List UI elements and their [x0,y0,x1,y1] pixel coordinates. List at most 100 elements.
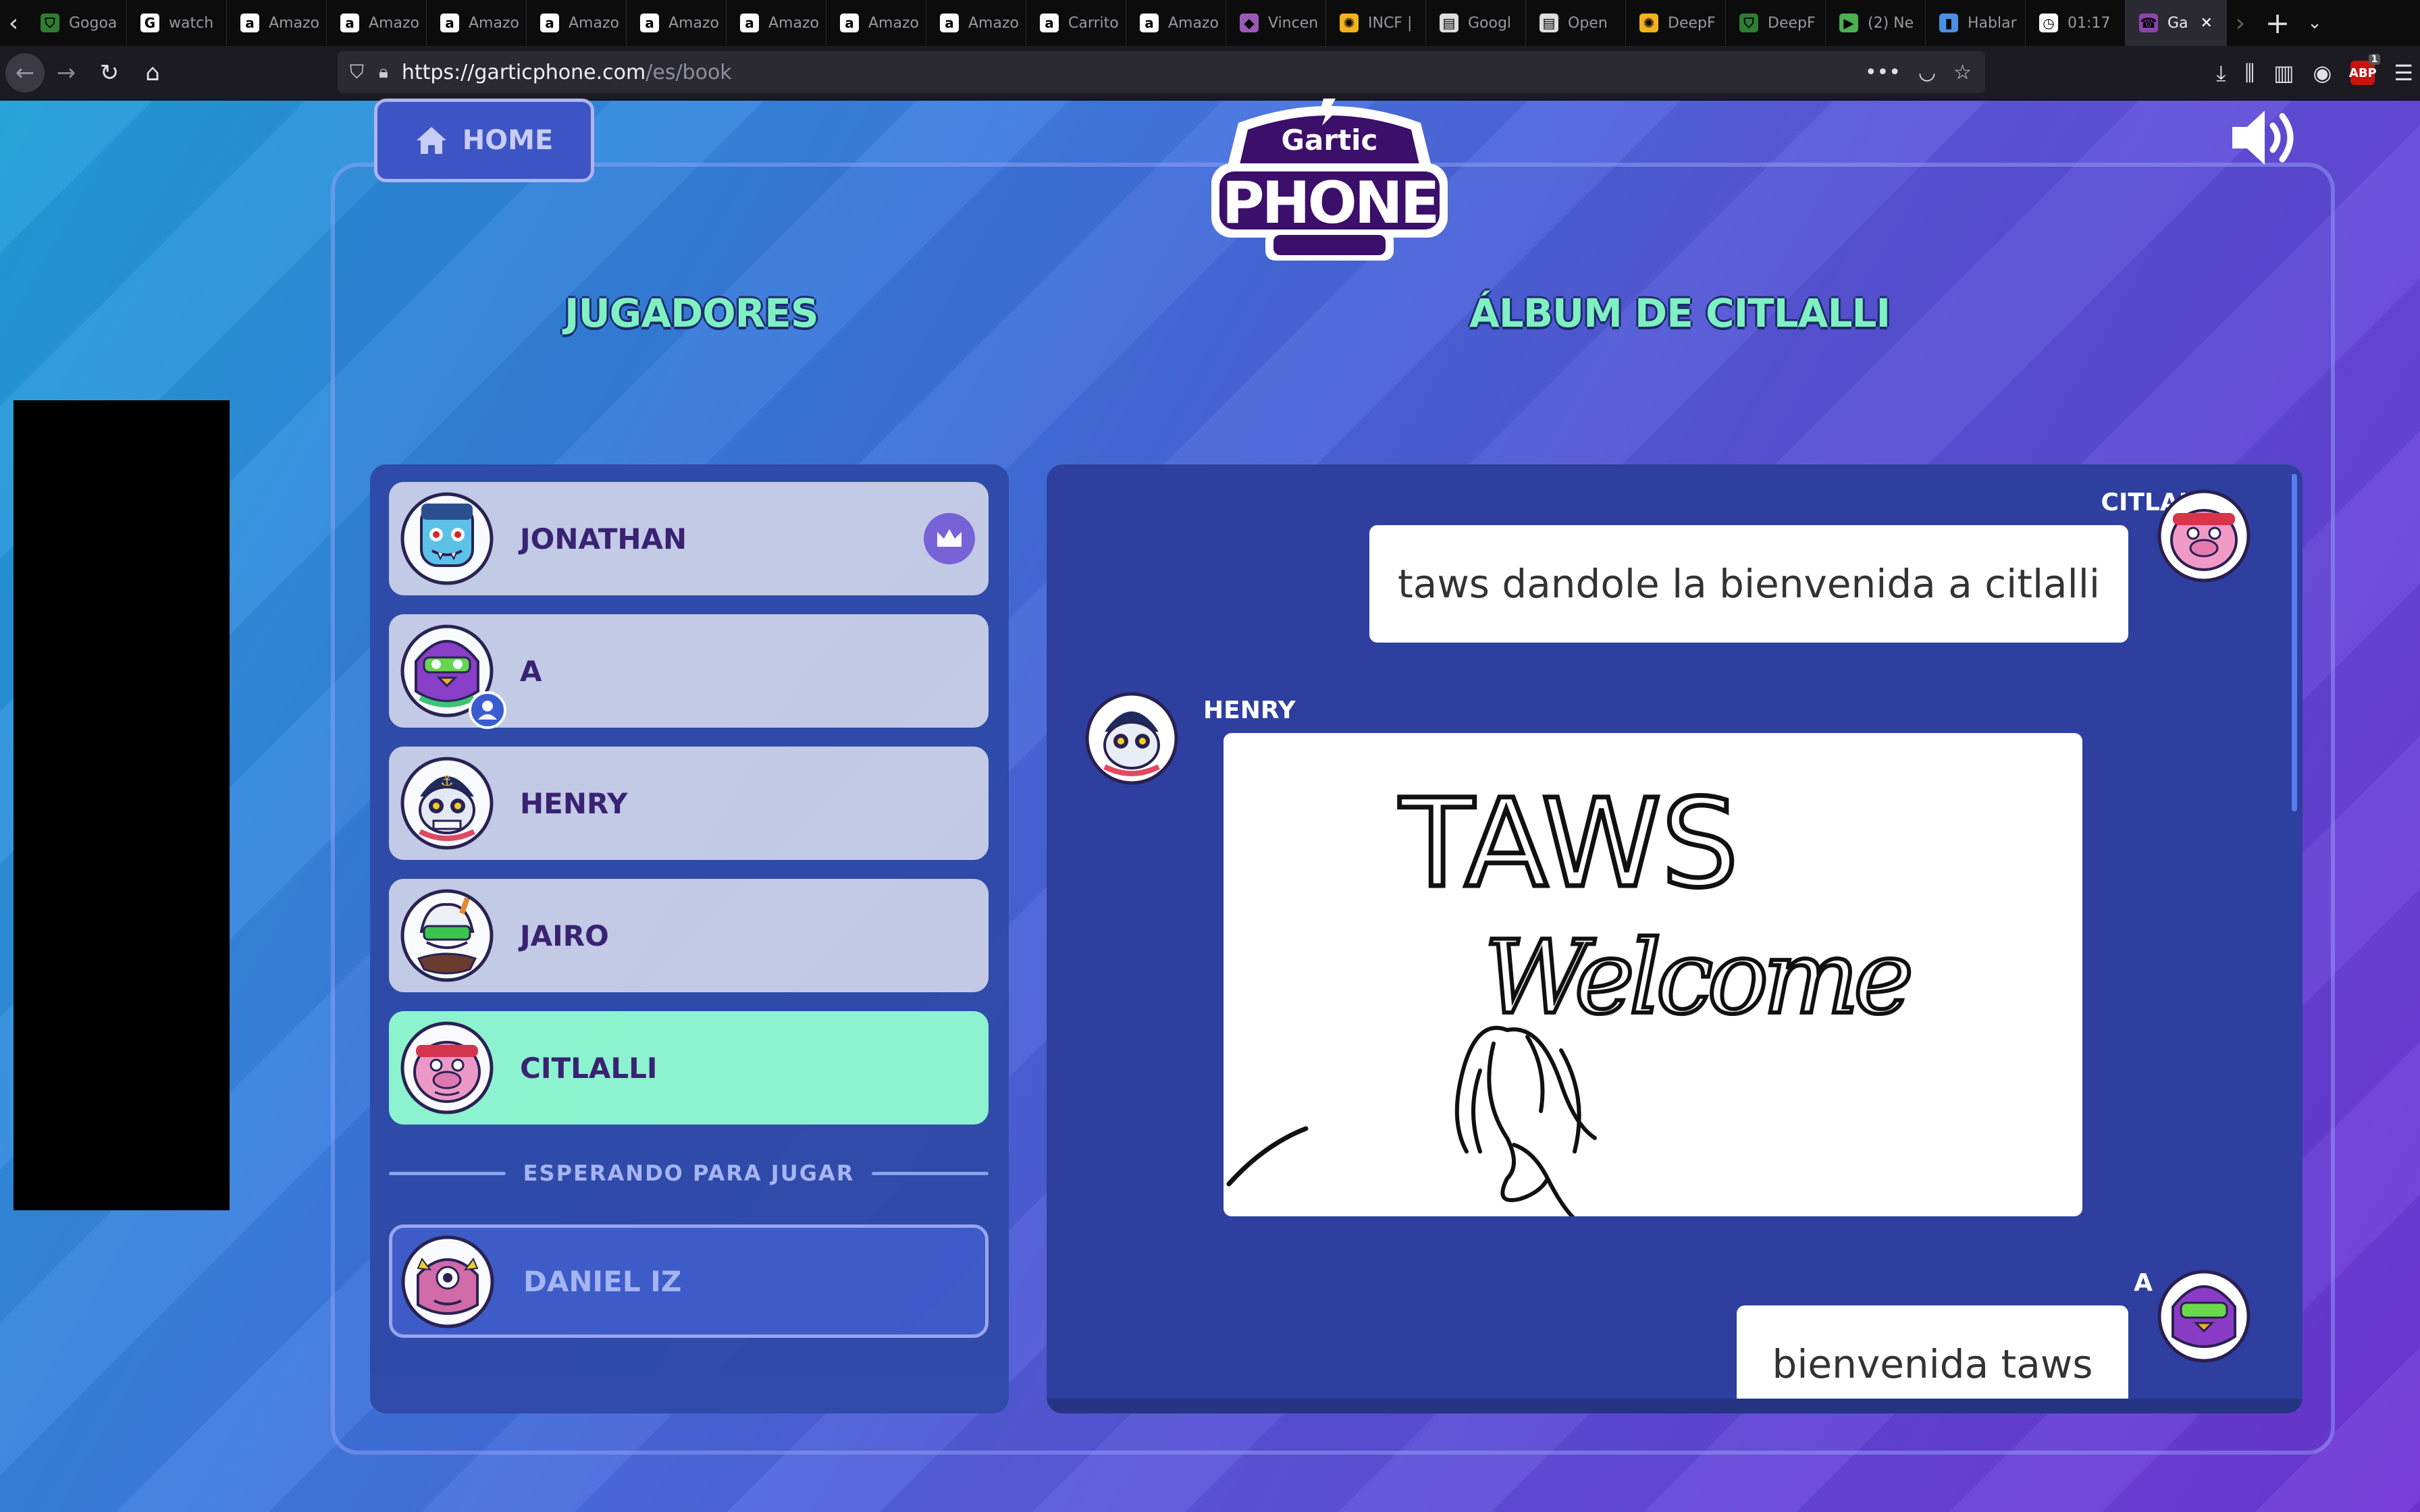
sound-toggle-icon[interactable] [2228,104,2303,171]
browser-tab[interactable]: ☎ Ga ✕ [2126,0,2227,46]
account-icon[interactable]: ◉ [2313,60,2332,86]
browser-tab[interactable]: ✺ INCF | [1326,0,1426,46]
browser-tab[interactable]: ▤ Open [1526,0,1626,46]
player-name: JAIRO [520,919,609,952]
browser-toolbar: ← → ↻ ⌂ ⛉ 🔒︎ https://garticphone.com/es/… [0,46,2420,101]
browser-tab[interactable]: a Amazo [527,0,627,46]
browser-tab[interactable]: a Amazo [327,0,427,46]
amazon-icon: a [240,14,259,32]
browser-tab[interactable]: a Carrito [1026,0,1126,46]
amazon-icon: a [1040,14,1059,32]
tab-label: (2) Ne [1868,14,1914,32]
browser-tab[interactable]: a Amazo [427,0,527,46]
album-feed[interactable]: CITLALLI taws dandole la bienvenida a ci… [1047,464,2303,1413]
amazon-icon: a [940,14,959,32]
player-name: A [520,654,542,688]
sidebar-icon[interactable]: ▥ [2273,60,2294,86]
pocket-icon[interactable]: ◡ [1918,61,1936,84]
tab-label: INCF | [1368,14,1413,32]
address-bar[interactable]: ⛉ 🔒︎ https://garticphone.com/es/book •••… [338,51,1985,93]
google-icon: G [140,14,159,32]
player-name: JONATHAN [520,522,687,556]
browser-tab[interactable]: ⛉ Gogoa [27,0,127,46]
player-card-jonathan[interactable]: JONATHAN [389,482,989,595]
url-text[interactable]: https://garticphone.com/es/book [402,61,732,84]
tabs-scroll-right-icon[interactable]: › [2227,0,2254,46]
tabs-scroll-left-icon[interactable]: ‹ [0,0,27,46]
player-card-a[interactable]: A [389,614,989,729]
player-card-henry[interactable]: ⚓ HENRY [389,747,989,860]
browser-tab[interactable]: Gwatch [127,0,227,46]
browser-tab[interactable]: a Amazo [227,0,327,46]
text-message-bubble: taws dandole la bienvenida a citlalli [1369,525,2128,643]
drawing-canvas: TAWS Welcome [1224,733,2082,1216]
adblock-icon[interactable]: ABP 1 [2349,54,2381,85]
tab-label: Amazo [569,14,619,32]
close-tab-icon[interactable]: ✕ [2201,15,2213,32]
browser-tab[interactable]: ▮ Hablar [1926,0,2026,46]
gartic-phone-logo: Gartic PHONE [1211,99,1448,261]
waiting-label: ESPERANDO PARA JUGAR [523,1160,855,1186]
ice-cream-avatar-icon [400,889,494,982]
album-scrollbar[interactable] [2292,474,2297,811]
docs-icon: ▤ [1540,14,1558,32]
browser-tab[interactable]: ⛉ DeepF [1726,0,1826,46]
tab-label: Amazo [1168,14,1219,32]
clock-icon: ◷ [2039,14,2058,32]
bookmark-star-icon[interactable]: ☆ [1953,61,1972,84]
logo-bottom-text: PHONE [1222,169,1438,237]
browser-tab[interactable]: ▤ Googl [1426,0,1526,46]
home-button[interactable]: ⌂ [131,51,174,94]
browser-tab[interactable]: ◷ 01:17 [2026,0,2126,46]
browser-tab[interactable]: ▶ (2) Ne [1826,0,1926,46]
player-card-jairo[interactable]: JAIRO [389,879,989,992]
back-button[interactable]: ← [5,53,45,92]
home-label: HOME [462,125,554,156]
tab-label: watch [169,14,214,32]
waiting-player-card-daniel[interactable]: DANIEL IZ [389,1224,989,1338]
library-icon[interactable]: ⫼ [2244,60,2255,86]
browser-tab[interactable]: a Amazo [826,0,926,46]
sailor-skull-avatar-icon: ⚓ [400,757,494,850]
new-tab-button[interactable]: + [2254,6,2301,40]
browser-tab[interactable]: a Amazo [727,0,826,46]
downloads-icon[interactable]: ⤓ [2216,60,2226,86]
browser-tab[interactable]: a Amazo [627,0,727,46]
amazon-icon: a [340,14,359,32]
you-user-icon [469,691,506,729]
lock-icon[interactable]: 🔒︎ [379,62,388,83]
tab-label: Amazo [469,14,519,32]
reload-button[interactable]: ↻ [88,51,131,94]
player-card-citlalli[interactable]: CITLALLI [389,1011,989,1125]
browser-tab[interactable]: ◆ Vincen [1226,0,1326,46]
tab-label: Amazo [868,14,919,32]
tab-label: Googl [1468,14,1512,32]
tracking-protection-icon[interactable]: ⛉ [350,61,364,84]
home-button[interactable]: HOME [374,99,594,182]
forward-button[interactable]: → [45,51,88,94]
page-actions-icon[interactable]: ••• [1865,61,1901,84]
player-name: HENRY [520,786,628,820]
tab-label: Amazo [768,14,819,32]
amazon-icon: a [840,14,859,32]
browser-tab[interactable]: a Amazo [1126,0,1226,46]
entry-author: A [2134,1269,2153,1297]
text-message-bubble: bienvenida taws [1737,1305,2128,1413]
shield-icon: ⛉ [41,14,59,32]
menu-icon[interactable]: ☰ [2394,60,2413,86]
amazon-icon: a [740,14,759,32]
amazon-icon: a [1140,14,1159,32]
tab-label: DeepF [1768,14,1816,32]
pig-avatar-icon [400,1021,494,1114]
album-heading: ÁLBUM DE CITLALLI [1469,290,1891,336]
browser-tab[interactable]: a Amazo [926,0,1026,46]
waiting-divider: ESPERANDO PARA JUGAR [389,1157,989,1189]
players-list: JONATHAN A ⚓ HENRY JAIRO CITLALLI ESPERA… [370,464,1009,1413]
entry-author: HENRY [1203,697,1296,724]
pig-avatar-icon [2157,489,2251,583]
tab-list-icon[interactable]: ⌄ [2301,0,2328,46]
browser-tab[interactable]: ✺ DeepF [1626,0,1726,46]
tab-label: Amazo [369,14,419,32]
vampire-avatar-icon [400,492,494,585]
message-text: bienvenida taws [1772,1341,2093,1387]
